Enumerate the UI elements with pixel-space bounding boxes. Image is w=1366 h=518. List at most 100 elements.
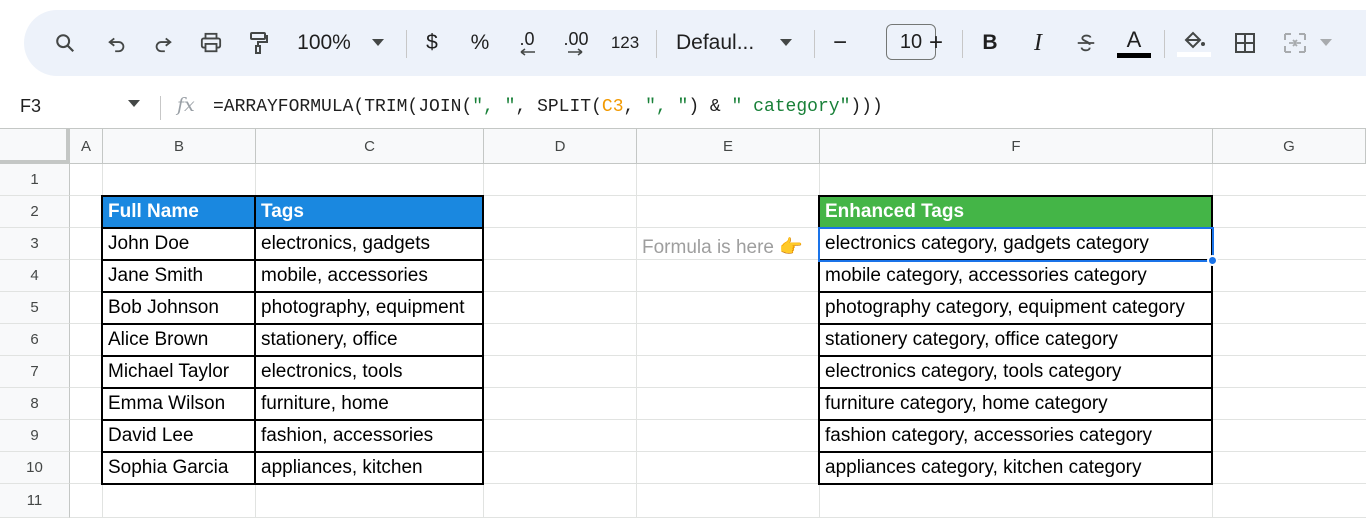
cell-c9[interactable]: fashion, accessories xyxy=(255,420,483,452)
cell-b9[interactable]: David Lee xyxy=(102,420,254,452)
cell-b8[interactable]: Emma Wilson xyxy=(102,388,254,420)
cell-b4[interactable]: Jane Smith xyxy=(102,260,254,292)
cell-c4[interactable]: mobile, accessories xyxy=(255,260,483,292)
cell-c8[interactable]: furniture, home xyxy=(255,388,483,420)
column-header-f[interactable]: F xyxy=(820,128,1213,164)
spreadsheet-grid: A B C D E F G 1 2 3 4 5 6 7 8 9 10 11 Fu… xyxy=(0,128,1366,518)
row-header-9[interactable]: 9 xyxy=(0,420,70,452)
formula-string: " category" xyxy=(731,97,851,117)
decrease-font-size-button[interactable]: − xyxy=(828,10,852,76)
undo-icon[interactable] xyxy=(100,10,134,76)
borders-icon[interactable] xyxy=(1230,10,1260,76)
arrow-right-icon xyxy=(568,48,583,56)
formula-string: ", " xyxy=(472,97,516,117)
text-color-button[interactable]: A xyxy=(1116,10,1152,76)
paint-bucket-icon xyxy=(1184,31,1205,48)
strikethrough-icon[interactable] xyxy=(1072,10,1100,76)
bold-button[interactable]: B xyxy=(978,10,1002,76)
row-header-1[interactable]: 1 xyxy=(0,164,70,196)
zoom-select[interactable]: 100% xyxy=(292,10,356,76)
increase-font-size-button[interactable]: + xyxy=(924,10,948,76)
cell-c5[interactable]: photography, equipment xyxy=(255,292,483,324)
percent-label: % xyxy=(470,31,490,54)
increase-decimal-button[interactable]: .00 xyxy=(556,10,596,76)
percent-format-button[interactable]: % xyxy=(468,10,492,76)
fill-handle[interactable] xyxy=(1207,255,1218,266)
paint-format-icon[interactable] xyxy=(242,10,276,76)
cell-b5[interactable]: Bob Johnson xyxy=(102,292,254,324)
decrease-decimal-button[interactable]: .0 xyxy=(510,10,544,76)
cell-c7[interactable]: electronics, tools xyxy=(255,356,483,388)
formula-bar: F3 fx =ARRAYFORMULA(TRIM(JOIN(", ", SPLI… xyxy=(0,88,1366,128)
italic-label: I xyxy=(1034,29,1042,56)
gridline xyxy=(636,164,637,518)
font-size-value: 10 xyxy=(899,30,923,53)
toolbar-divider xyxy=(406,30,407,58)
cell-c6[interactable]: stationery, office xyxy=(255,324,483,356)
row-header-10[interactable]: 10 xyxy=(0,452,70,484)
column-header-c[interactable]: C xyxy=(256,128,484,164)
cell-f8[interactable]: furniture category, home category xyxy=(819,388,1213,420)
cell-b3[interactable]: John Doe xyxy=(102,228,254,260)
formula-part: =ARRAYFORMULA(TRIM(JOIN( xyxy=(213,97,473,117)
row-header-5[interactable]: 5 xyxy=(0,292,70,324)
column-header-e[interactable]: E xyxy=(637,128,820,164)
row-header-7[interactable]: 7 xyxy=(0,356,70,388)
font-select[interactable]: Defaul... xyxy=(676,10,762,76)
formula-part: ))) xyxy=(850,97,883,117)
cell-b10[interactable]: Sophia Garcia xyxy=(102,452,254,484)
font-value: Defaul... xyxy=(676,31,755,54)
row-header-11[interactable]: 11 xyxy=(0,484,70,518)
select-all-corner[interactable] xyxy=(0,128,70,164)
name-box[interactable]: F3 xyxy=(20,96,41,117)
cell-c3[interactable]: electronics, gadgets xyxy=(255,228,483,260)
fill-color-button[interactable] xyxy=(1176,10,1212,76)
more-formats-button[interactable]: 123 xyxy=(608,10,642,76)
arrow-left-icon xyxy=(520,48,535,56)
plus-label: + xyxy=(928,29,943,56)
cell-f6[interactable]: stationery category, office category xyxy=(819,324,1213,356)
italic-button[interactable]: I xyxy=(1026,10,1050,76)
column-header-b[interactable]: B xyxy=(103,128,256,164)
print-icon[interactable] xyxy=(194,10,228,76)
row-header-6[interactable]: 6 xyxy=(0,324,70,356)
column-header-d[interactable]: D xyxy=(484,128,637,164)
bold-label: B xyxy=(982,31,998,54)
cell-c10[interactable]: appliances, kitchen xyxy=(255,452,483,484)
toolbar-divider xyxy=(1164,30,1165,58)
row-header-3[interactable]: 3 xyxy=(0,228,70,260)
font-dropdown-icon[interactable] xyxy=(776,10,796,76)
cell-f9[interactable]: fashion category, accessories category xyxy=(819,420,1213,452)
number-format-label: 123 xyxy=(610,33,640,52)
formula-cell-ref: C3 xyxy=(601,97,624,117)
cell-b7[interactable]: Michael Taylor xyxy=(102,356,254,388)
formula-part: ) & xyxy=(688,97,732,117)
toolbar-divider xyxy=(814,30,815,58)
currency-label: $ xyxy=(426,31,438,54)
zoom-value: 100% xyxy=(297,31,351,54)
redo-icon[interactable] xyxy=(146,10,180,76)
cell-f4[interactable]: mobile category, accessories category xyxy=(819,260,1213,292)
currency-format-button[interactable]: $ xyxy=(420,10,444,76)
cell-f5[interactable]: photography category, equipment category xyxy=(819,292,1213,324)
zoom-dropdown-icon[interactable] xyxy=(366,10,390,76)
row-header-4[interactable]: 4 xyxy=(0,260,70,292)
formula-part: , SPLIT( xyxy=(515,97,602,117)
toolbar-divider xyxy=(962,30,963,58)
search-icon[interactable] xyxy=(48,10,82,76)
name-box-dropdown-icon[interactable] xyxy=(128,96,140,111)
cell-b6[interactable]: Alice Brown xyxy=(102,324,254,356)
cell-f7[interactable]: electronics category, tools category xyxy=(819,356,1213,388)
merge-cells-icon[interactable] xyxy=(1280,10,1310,76)
text-color-label: A xyxy=(1126,26,1142,52)
cell-f10[interactable]: appliances category, kitchen category xyxy=(819,452,1213,484)
column-header-g[interactable]: G xyxy=(1213,128,1366,164)
row-header-8[interactable]: 8 xyxy=(0,388,70,420)
merge-dropdown-icon[interactable] xyxy=(1316,10,1336,76)
increase-decimal-label: .00 xyxy=(563,29,589,49)
formula-input[interactable]: =ARRAYFORMULA(TRIM(JOIN(", ", SPLIT(C3, … xyxy=(213,97,883,117)
text-color-swatch xyxy=(1117,52,1151,58)
row-header-2[interactable]: 2 xyxy=(0,196,70,228)
fx-icon: fx xyxy=(177,94,195,116)
column-header-a[interactable]: A xyxy=(70,128,103,164)
